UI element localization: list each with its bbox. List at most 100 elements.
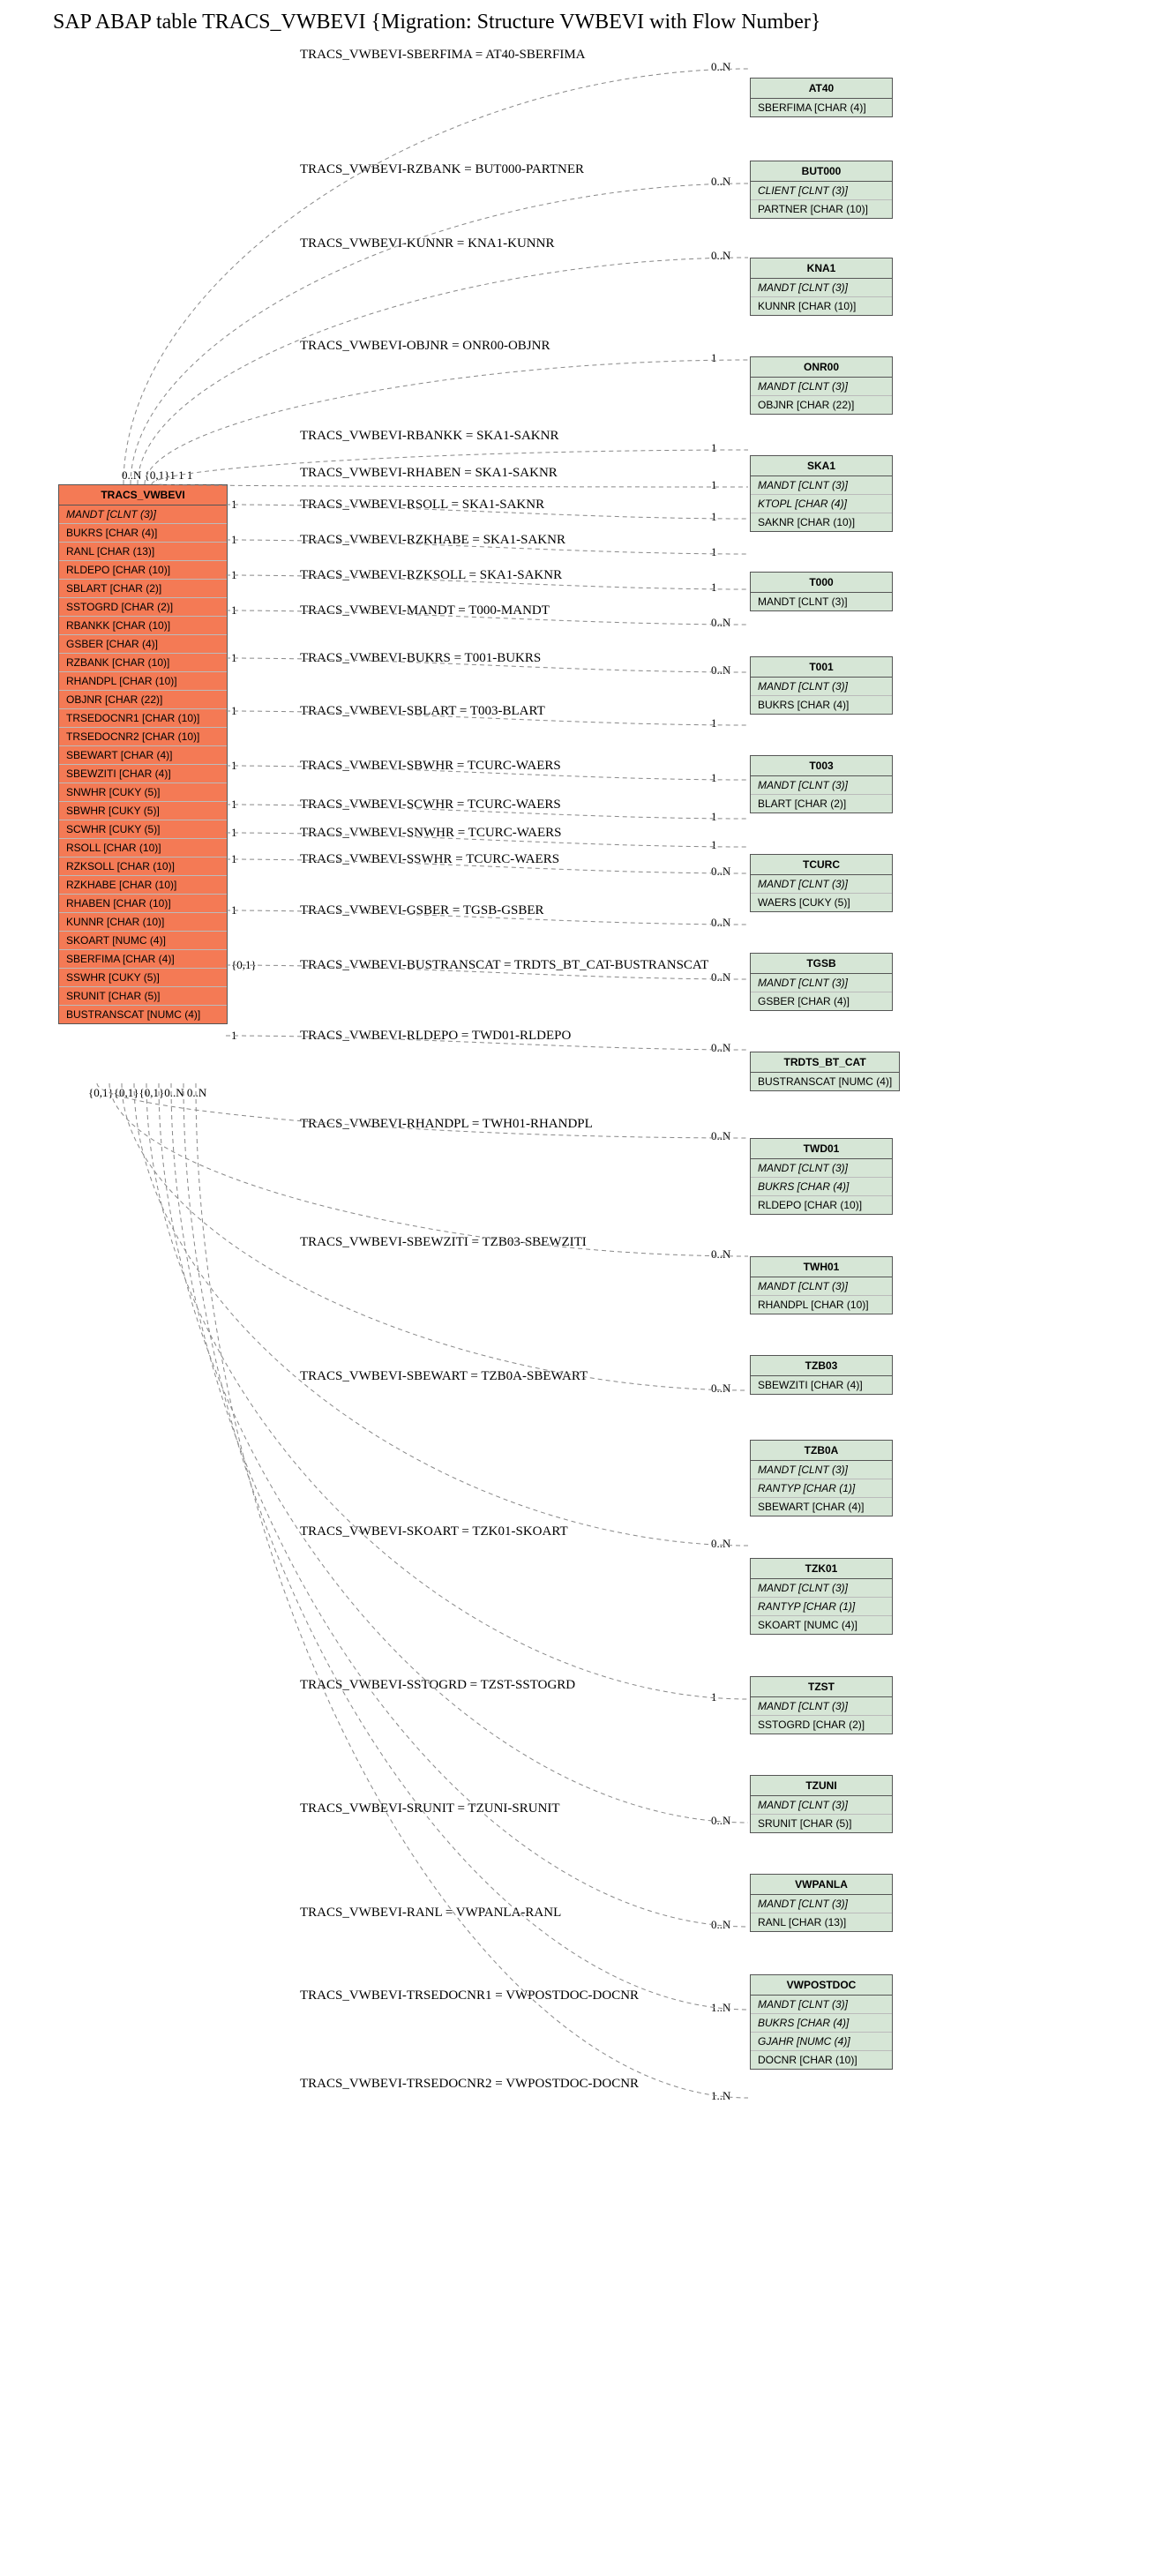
entity-field: MANDT [CLNT (3)]: [751, 776, 892, 795]
cardinality-right: 0..N: [711, 1382, 730, 1396]
entity-field: OBJNR [CHAR (22)]: [751, 396, 892, 414]
edge-label: TRACS_VWBEVI-SBWHR = TCURC-WAERS: [300, 759, 561, 774]
cardinality-right: 1: [711, 545, 717, 559]
cardinality-right: 1: [711, 810, 717, 824]
cardinality-right: 1: [711, 838, 717, 852]
entity-field: SBEWART [CHAR (4)]: [59, 746, 227, 765]
edge-label: TRACS_VWBEVI-KUNNR = KNA1-KUNNR: [300, 236, 554, 251]
entity-header: T000: [751, 573, 892, 593]
cardinality-right: 1: [711, 351, 717, 365]
entity-field: MANDT [CLNT (3)]: [751, 1461, 892, 1479]
main-top-cardinalities: 0..N {0,1}1 1 1: [122, 468, 192, 483]
entity-field: RANL [CHAR (13)]: [59, 543, 227, 561]
entity-tcurc: TCURCMANDT [CLNT (3)]WAERS [CUKY (5)]: [750, 854, 893, 912]
main-bottom-cardinalities: {0,1}{0,1}{0,1}0..N 0..N: [88, 1086, 206, 1100]
entity-field: SBEWZITI [CHAR (4)]: [59, 765, 227, 783]
entity-tzk01: TZK01MANDT [CLNT (3)]RANTYP [CHAR (1)]SK…: [750, 1558, 893, 1635]
entity-field: MANDT [CLNT (3)]: [751, 1796, 892, 1815]
entity-field: MANDT [CLNT (3)]: [751, 974, 892, 992]
entity-tgsb: TGSBMANDT [CLNT (3)]GSBER [CHAR (4)]: [750, 953, 893, 1011]
entity-t000: T000MANDT [CLNT (3)]: [750, 572, 893, 611]
entity-header: VWPOSTDOC: [751, 1975, 892, 1996]
edge-label: TRACS_VWBEVI-SSWHR = TCURC-WAERS: [300, 852, 559, 867]
entity-tzst: TZSTMANDT [CLNT (3)]SSTOGRD [CHAR (2)]: [750, 1676, 893, 1734]
cardinality-left: 1: [231, 1029, 237, 1043]
edge-label: TRACS_VWBEVI-BUSTRANSCAT = TRDTS_BT_CAT-…: [300, 958, 708, 973]
entity-field: MANDT [CLNT (3)]: [751, 1277, 892, 1296]
cardinality-left: 1: [231, 533, 237, 547]
edge-label: TRACS_VWBEVI-RHABEN = SKA1-SAKNR: [300, 466, 558, 481]
entity-field: MANDT [CLNT (3)]: [751, 1159, 892, 1178]
entity-header: TRACS_VWBEVI: [59, 485, 227, 505]
cardinality-right: 1: [711, 441, 717, 455]
entity-header: AT40: [751, 79, 892, 99]
cardinality-right: 0..N: [711, 249, 730, 263]
entity-tracs-vwbevi: TRACS_VWBEVIMANDT [CLNT (3)]BUKRS [CHAR …: [58, 484, 228, 1024]
entity-header: TZST: [751, 1677, 892, 1697]
cardinality-left: 1: [231, 498, 237, 512]
cardinality-left: 1: [231, 759, 237, 773]
cardinality-right: 1: [711, 1690, 717, 1704]
entity-field: RZKSOLL [CHAR (10)]: [59, 857, 227, 876]
entity-field: RANTYP [CHAR (1)]: [751, 1479, 892, 1498]
entity-field: MANDT [CLNT (3)]: [751, 875, 892, 894]
edge-label: TRACS_VWBEVI-SSTOGRD = TZST-SSTOGRD: [300, 1678, 575, 1693]
entity-field: SBEWART [CHAR (4)]: [751, 1498, 892, 1516]
entity-t003: T003MANDT [CLNT (3)]BLART [CHAR (2)]: [750, 755, 893, 813]
entity-field: SAKNR [CHAR (10)]: [751, 513, 892, 531]
entity-field: BUKRS [CHAR (4)]: [751, 696, 892, 714]
edge-label: TRACS_VWBEVI-OBJNR = ONR00-OBJNR: [300, 339, 550, 354]
entity-header: TCURC: [751, 855, 892, 875]
cardinality-right: 1: [711, 716, 717, 730]
entity-field: RANTYP [CHAR (1)]: [751, 1598, 892, 1616]
entity-but000: BUT000CLIENT [CLNT (3)]PARTNER [CHAR (10…: [750, 161, 893, 219]
cardinality-left: 1: [231, 704, 237, 718]
cardinality-right: 0..N: [711, 175, 730, 189]
edge-label: TRACS_VWBEVI-RBANKK = SKA1-SAKNR: [300, 429, 558, 444]
cardinality-left: 1: [231, 651, 237, 665]
page-title: SAP ABAP table TRACS_VWBEVI {Migration: …: [53, 11, 820, 34]
entity-field: MANDT [CLNT (3)]: [751, 678, 892, 696]
cardinality-right: 0..N: [711, 616, 730, 630]
edge-label: TRACS_VWBEVI-SBERFIMA = AT40-SBERFIMA: [300, 48, 586, 63]
entity-field: MANDT [CLNT (3)]: [751, 476, 892, 495]
entity-field: SCWHR [CUKY (5)]: [59, 820, 227, 839]
entity-kna1: KNA1MANDT [CLNT (3)]KUNNR [CHAR (10)]: [750, 258, 893, 316]
entity-field: SRUNIT [CHAR (5)]: [59, 987, 227, 1006]
entity-vwpanla: VWPANLAMANDT [CLNT (3)]RANL [CHAR (13)]: [750, 1874, 893, 1932]
entity-vwpostdoc: VWPOSTDOCMANDT [CLNT (3)]BUKRS [CHAR (4)…: [750, 1974, 893, 2070]
entity-header: ONR00: [751, 357, 892, 378]
entity-header: TZB0A: [751, 1441, 892, 1461]
edge-label: TRACS_VWBEVI-SCWHR = TCURC-WAERS: [300, 798, 561, 812]
entity-field: SNWHR [CUKY (5)]: [59, 783, 227, 802]
entity-field: MANDT [CLNT (3)]: [751, 378, 892, 396]
edge-label: TRACS_VWBEVI-TRSEDOCNR1 = VWPOSTDOC-DOCN…: [300, 1988, 639, 2003]
edge-label: TRACS_VWBEVI-GSBER = TGSB-GSBER: [300, 903, 544, 918]
entity-field: SKOART [NUMC (4)]: [59, 932, 227, 950]
edge-lines: [0, 0, 1168, 2576]
edge-label: TRACS_VWBEVI-SBLART = T003-BLART: [300, 704, 545, 719]
cardinality-left: 1: [231, 852, 237, 866]
entity-field: SKOART [NUMC (4)]: [751, 1616, 892, 1634]
edge-label: TRACS_VWBEVI-RSOLL = SKA1-SAKNR: [300, 498, 544, 513]
cardinality-right: 0..N: [711, 916, 730, 930]
entity-field: MANDT [CLNT (3)]: [59, 505, 227, 524]
edge-label: TRACS_VWBEVI-SRUNIT = TZUNI-SRUNIT: [300, 1801, 560, 1816]
cardinality-right: 0..N: [711, 1247, 730, 1262]
entity-field: SBEWZITI [CHAR (4)]: [751, 1376, 892, 1394]
cardinality-right: 0..N: [711, 970, 730, 985]
entity-field: GSBER [CHAR (4)]: [751, 992, 892, 1010]
edge-label: TRACS_VWBEVI-RZKSOLL = SKA1-SAKNR: [300, 568, 562, 583]
cardinality-right: 0..N: [711, 1814, 730, 1828]
edge-label: TRACS_VWBEVI-RLDEPO = TWD01-RLDEPO: [300, 1029, 571, 1044]
entity-field: MANDT [CLNT (3)]: [751, 1895, 892, 1913]
cardinality-left: 1: [231, 603, 237, 618]
entity-field: SSTOGRD [CHAR (2)]: [59, 598, 227, 617]
cardinality-left: 1: [231, 826, 237, 840]
entity-header: KNA1: [751, 258, 892, 279]
edge-label: TRACS_VWBEVI-SBEWZITI = TZB03-SBEWZITI: [300, 1235, 587, 1250]
entity-field: OBJNR [CHAR (22)]: [59, 691, 227, 709]
entity-field: MANDT [CLNT (3)]: [751, 593, 892, 610]
cardinality-right: 0..N: [711, 1129, 730, 1143]
entity-field: GSBER [CHAR (4)]: [59, 635, 227, 654]
